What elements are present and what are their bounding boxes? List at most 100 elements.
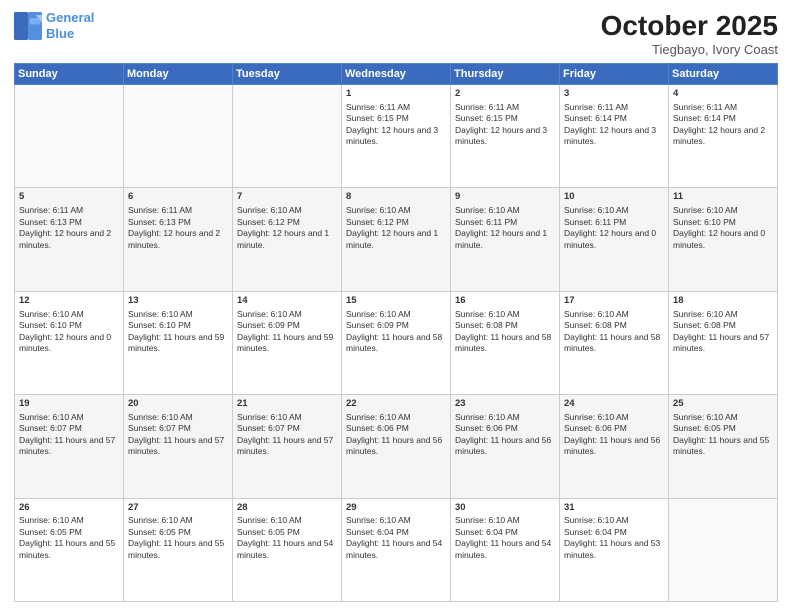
cell-text: Daylight: 12 hours and 3 minutes. xyxy=(564,125,664,148)
cell-text: Daylight: 12 hours and 2 minutes. xyxy=(19,228,119,251)
logo-line2: Blue xyxy=(46,26,74,41)
cell-text: Sunrise: 6:10 AM xyxy=(564,309,664,320)
calendar-cell: 15Sunrise: 6:10 AMSunset: 6:09 PMDayligh… xyxy=(342,291,451,394)
day-number: 6 xyxy=(128,191,228,204)
cell-text: Daylight: 11 hours and 55 minutes. xyxy=(19,538,119,561)
cell-text: Sunrise: 6:10 AM xyxy=(19,515,119,526)
cell-text: Daylight: 12 hours and 2 minutes. xyxy=(128,228,228,251)
day-number: 25 xyxy=(673,398,773,411)
cell-text: Sunrise: 6:10 AM xyxy=(346,412,446,423)
calendar-cell: 11Sunrise: 6:10 AMSunset: 6:10 PMDayligh… xyxy=(669,188,778,291)
cell-text: Sunset: 6:08 PM xyxy=(564,320,664,331)
cell-text: Daylight: 12 hours and 2 minutes. xyxy=(673,125,773,148)
weekday-header-sunday: Sunday xyxy=(15,64,124,85)
logo-text: General Blue xyxy=(46,10,94,41)
main-title: October 2025 xyxy=(601,10,778,42)
cell-text: Sunset: 6:05 PM xyxy=(128,527,228,538)
cell-text: Daylight: 11 hours and 55 minutes. xyxy=(128,538,228,561)
cell-text: Sunset: 6:12 PM xyxy=(237,217,337,228)
calendar-cell: 24Sunrise: 6:10 AMSunset: 6:06 PMDayligh… xyxy=(560,395,669,498)
calendar-cell xyxy=(15,85,124,188)
cell-text: Sunrise: 6:11 AM xyxy=(455,102,555,113)
week-row-2: 5Sunrise: 6:11 AMSunset: 6:13 PMDaylight… xyxy=(15,188,778,291)
cell-text: Sunset: 6:08 PM xyxy=(673,320,773,331)
week-row-4: 19Sunrise: 6:10 AMSunset: 6:07 PMDayligh… xyxy=(15,395,778,498)
cell-text: Sunset: 6:14 PM xyxy=(564,113,664,124)
cell-text: Sunrise: 6:10 AM xyxy=(237,309,337,320)
cell-text: Sunrise: 6:10 AM xyxy=(673,205,773,216)
calendar-cell: 31Sunrise: 6:10 AMSunset: 6:04 PMDayligh… xyxy=(560,498,669,601)
calendar-cell: 25Sunrise: 6:10 AMSunset: 6:05 PMDayligh… xyxy=(669,395,778,498)
logo-line1: General xyxy=(46,10,94,25)
day-number: 4 xyxy=(673,88,773,101)
title-block: October 2025 Tiegbayo, Ivory Coast xyxy=(601,10,778,57)
day-number: 7 xyxy=(237,191,337,204)
cell-text: Daylight: 11 hours and 57 minutes. xyxy=(673,332,773,355)
cell-text: Sunrise: 6:10 AM xyxy=(455,205,555,216)
cell-text: Sunset: 6:11 PM xyxy=(455,217,555,228)
cell-text: Sunrise: 6:10 AM xyxy=(128,412,228,423)
day-number: 11 xyxy=(673,191,773,204)
calendar-cell: 3Sunrise: 6:11 AMSunset: 6:14 PMDaylight… xyxy=(560,85,669,188)
cell-text: Daylight: 12 hours and 0 minutes. xyxy=(673,228,773,251)
cell-text: Daylight: 11 hours and 57 minutes. xyxy=(237,435,337,458)
logo-icon xyxy=(14,12,42,40)
calendar-cell: 8Sunrise: 6:10 AMSunset: 6:12 PMDaylight… xyxy=(342,188,451,291)
cell-text: Sunrise: 6:10 AM xyxy=(564,412,664,423)
cell-text: Daylight: 11 hours and 54 minutes. xyxy=(237,538,337,561)
cell-text: Daylight: 11 hours and 54 minutes. xyxy=(455,538,555,561)
calendar-cell: 22Sunrise: 6:10 AMSunset: 6:06 PMDayligh… xyxy=(342,395,451,498)
cell-text: Sunset: 6:05 PM xyxy=(673,423,773,434)
day-number: 30 xyxy=(455,502,555,515)
cell-text: Sunset: 6:14 PM xyxy=(673,113,773,124)
day-number: 12 xyxy=(19,295,119,308)
cell-text: Daylight: 11 hours and 58 minutes. xyxy=(455,332,555,355)
cell-text: Sunrise: 6:10 AM xyxy=(673,412,773,423)
calendar-cell: 14Sunrise: 6:10 AMSunset: 6:09 PMDayligh… xyxy=(233,291,342,394)
weekday-header-tuesday: Tuesday xyxy=(233,64,342,85)
cell-text: Daylight: 12 hours and 1 minute. xyxy=(237,228,337,251)
weekday-header-thursday: Thursday xyxy=(451,64,560,85)
day-number: 31 xyxy=(564,502,664,515)
cell-text: Sunrise: 6:10 AM xyxy=(237,412,337,423)
cell-text: Daylight: 11 hours and 59 minutes. xyxy=(128,332,228,355)
cell-text: Sunset: 6:08 PM xyxy=(455,320,555,331)
cell-text: Sunset: 6:13 PM xyxy=(128,217,228,228)
cell-text: Daylight: 11 hours and 54 minutes. xyxy=(346,538,446,561)
calendar-cell: 7Sunrise: 6:10 AMSunset: 6:12 PMDaylight… xyxy=(233,188,342,291)
cell-text: Daylight: 11 hours and 58 minutes. xyxy=(346,332,446,355)
day-number: 17 xyxy=(564,295,664,308)
calendar-cell: 6Sunrise: 6:11 AMSunset: 6:13 PMDaylight… xyxy=(124,188,233,291)
day-number: 14 xyxy=(237,295,337,308)
calendar-cell xyxy=(124,85,233,188)
cell-text: Sunset: 6:06 PM xyxy=(455,423,555,434)
cell-text: Sunrise: 6:10 AM xyxy=(19,309,119,320)
calendar-cell: 5Sunrise: 6:11 AMSunset: 6:13 PMDaylight… xyxy=(15,188,124,291)
cell-text: Sunrise: 6:10 AM xyxy=(455,515,555,526)
calendar-cell: 16Sunrise: 6:10 AMSunset: 6:08 PMDayligh… xyxy=(451,291,560,394)
cell-text: Sunset: 6:04 PM xyxy=(564,527,664,538)
cell-text: Daylight: 12 hours and 3 minutes. xyxy=(346,125,446,148)
logo: General Blue xyxy=(14,10,94,41)
calendar-cell: 27Sunrise: 6:10 AMSunset: 6:05 PMDayligh… xyxy=(124,498,233,601)
calendar-cell: 23Sunrise: 6:10 AMSunset: 6:06 PMDayligh… xyxy=(451,395,560,498)
cell-text: Sunset: 6:07 PM xyxy=(19,423,119,434)
calendar-cell xyxy=(233,85,342,188)
cell-text: Sunset: 6:05 PM xyxy=(237,527,337,538)
week-row-1: 1Sunrise: 6:11 AMSunset: 6:15 PMDaylight… xyxy=(15,85,778,188)
cell-text: Sunset: 6:10 PM xyxy=(19,320,119,331)
day-number: 27 xyxy=(128,502,228,515)
calendar-cell: 10Sunrise: 6:10 AMSunset: 6:11 PMDayligh… xyxy=(560,188,669,291)
cell-text: Daylight: 12 hours and 3 minutes. xyxy=(455,125,555,148)
cell-text: Sunrise: 6:10 AM xyxy=(346,515,446,526)
day-number: 24 xyxy=(564,398,664,411)
calendar-cell: 30Sunrise: 6:10 AMSunset: 6:04 PMDayligh… xyxy=(451,498,560,601)
calendar-cell: 9Sunrise: 6:10 AMSunset: 6:11 PMDaylight… xyxy=(451,188,560,291)
cell-text: Sunset: 6:09 PM xyxy=(346,320,446,331)
cell-text: Sunset: 6:09 PM xyxy=(237,320,337,331)
day-number: 5 xyxy=(19,191,119,204)
cell-text: Sunrise: 6:10 AM xyxy=(237,205,337,216)
cell-text: Daylight: 12 hours and 0 minutes. xyxy=(564,228,664,251)
day-number: 15 xyxy=(346,295,446,308)
cell-text: Sunset: 6:04 PM xyxy=(455,527,555,538)
